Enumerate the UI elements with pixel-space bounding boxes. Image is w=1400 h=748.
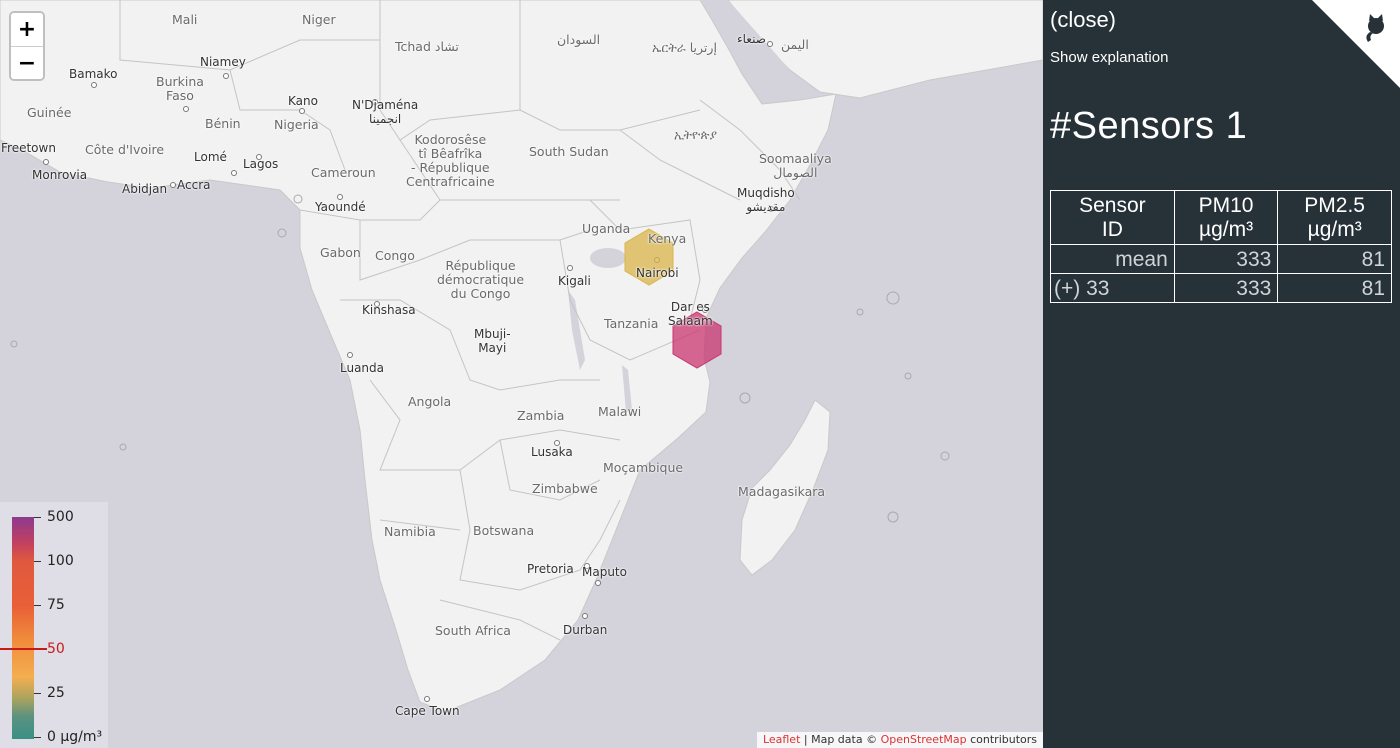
label-congo: Congo (375, 248, 415, 263)
label-tchad: Tchad تشاد (395, 39, 459, 54)
row-mean-pm10: 333 (1173, 244, 1279, 274)
map[interactable]: Mali Niger Tchad تشاد السودان ኤርትራ إرتري… (0, 0, 1043, 748)
label-southsudan: South Sudan (529, 144, 609, 159)
label-angola: Angola (408, 394, 452, 409)
show-explanation-link[interactable]: Show explanation (1050, 49, 1168, 66)
legend-label-100: 100 (47, 553, 74, 569)
legend-label-75: 75 (47, 597, 65, 613)
row-sensor-toggle[interactable]: (+) 33 (1050, 273, 1175, 303)
label-mogadishu: Muqdisho مقديشو (737, 186, 795, 214)
label-niamey: Niamey (200, 55, 246, 69)
close-link[interactable]: (close) (1050, 7, 1116, 33)
label-tanzania: Tanzania (604, 316, 659, 331)
label-burkina: Burkina Faso (156, 74, 204, 103)
legend-label-50: 50 (47, 641, 65, 657)
label-kano: Kano (288, 94, 318, 108)
legend-threshold-marker (0, 648, 47, 650)
label-namibia: Namibia (384, 524, 436, 539)
label-cameroun: Cameroun (311, 165, 376, 180)
label-kigali: Kigali (558, 274, 591, 288)
label-benin: Bénin (205, 116, 241, 131)
header-pm25[interactable]: PM2.5 µg/m³ (1277, 190, 1392, 245)
header-sensor-id[interactable]: Sensor ID (1050, 190, 1175, 245)
map-tiles[interactable] (0, 0, 1043, 748)
label-accra: Accra (177, 178, 211, 192)
label-sanaa: صنعاء (737, 32, 766, 46)
label-somalia: Soomaaliya الصومال (759, 151, 832, 180)
row-sensor-pm25: 81 (1277, 273, 1392, 303)
sensors-title: #Sensors 1 (1050, 105, 1248, 147)
row-sensor-pm10: 333 (1173, 273, 1279, 303)
label-maputo: Maputo (582, 565, 627, 579)
zoom-control: + − (9, 11, 45, 81)
row-mean-pm25: 81 (1277, 244, 1392, 274)
label-freetown: Freetown (1, 141, 56, 155)
label-capetown: Cape Town (395, 704, 460, 718)
label-lome: Lomé (194, 150, 227, 164)
label-pretoria: Pretoria (527, 562, 574, 576)
header-pm10[interactable]: PM10 µg/m³ (1173, 190, 1279, 245)
label-cotedivoire: Côte d'Ivoire (85, 142, 165, 157)
label-zimbabwe: Zimbabwe (532, 481, 598, 496)
openstreetmap-link[interactable]: OpenStreetMap (881, 733, 967, 746)
label-car: Kodorosêse tî Bêafrîka - République Cent… (406, 132, 495, 189)
label-kinshasa: Kinshasa (362, 303, 416, 317)
label-yaounde: Yaoundé (315, 200, 366, 214)
zoom-in-button[interactable]: + (11, 13, 43, 46)
label-niger: Niger (302, 12, 336, 27)
pm-legend: 500 100 75 50 25 0 µg/m³ (0, 502, 108, 748)
label-nigeria: Nigeria (274, 117, 319, 132)
label-ethiopia: ኢትዮጵያ (674, 127, 718, 142)
label-drc: République démocratique du Congo (437, 258, 525, 301)
label-madagasikara: Madagasikara (738, 484, 826, 499)
sidebar-panel: (close) Show explanation #Sensors 1 Sens… (1043, 0, 1400, 748)
label-sudan: السودان (557, 32, 601, 47)
label-botswana: Botswana (473, 523, 535, 538)
label-lusaka: Lusaka (531, 445, 573, 459)
label-durban: Durban (563, 623, 608, 637)
label-daressalaam: Dar es Salaam (668, 300, 713, 328)
map-attribution: Leaflet | Map data © OpenStreetMap contr… (756, 732, 1043, 748)
label-mbujimayi: Mbuji- Mayi (474, 327, 511, 355)
label-uganda: Uganda (582, 221, 631, 236)
label-nairobi: Nairobi (636, 266, 679, 280)
label-abidjan: Abidjan (122, 182, 168, 196)
label-eritrea: ኤርትራ إرتريا (652, 40, 717, 55)
label-gabon: Gabon (320, 245, 361, 260)
legend-label-500: 500 (47, 509, 74, 525)
label-yemen: اليمن (781, 37, 809, 52)
legend-color-scale (12, 517, 34, 739)
label-monrovia: Monrovia (32, 168, 88, 182)
table-row[interactable]: (+) 33 333 81 (1050, 273, 1392, 303)
row-mean-label: mean (1050, 244, 1175, 274)
label-guinee: Guinée (27, 105, 72, 120)
label-ndjamena: N'Djaména انجمينا (352, 98, 419, 126)
leaflet-link[interactable]: Leaflet (763, 733, 800, 746)
zoom-out-button[interactable]: − (11, 46, 43, 79)
label-luanda: Luanda (340, 361, 385, 375)
label-kenya: Kenya (648, 231, 687, 246)
github-corner-icon[interactable] (1312, 0, 1400, 88)
label-malawi: Malawi (598, 404, 642, 419)
label-zambia: Zambia (517, 408, 565, 423)
label-mali: Mali (172, 12, 198, 27)
label-bamako: Bamako (69, 67, 118, 81)
label-lagos: Lagos (243, 157, 279, 171)
label-southafrica: South Africa (435, 623, 511, 638)
label-mocambique: Moçambique (603, 460, 684, 475)
legend-label-25: 25 (47, 685, 65, 701)
sensors-table: Sensor ID PM10 µg/m³ PM2.5 µg/m³ mean 33… (1050, 190, 1392, 303)
table-row: mean 333 81 (1050, 244, 1392, 274)
legend-label-0: 0 µg/m³ (47, 729, 103, 745)
lake-victoria (590, 248, 626, 268)
